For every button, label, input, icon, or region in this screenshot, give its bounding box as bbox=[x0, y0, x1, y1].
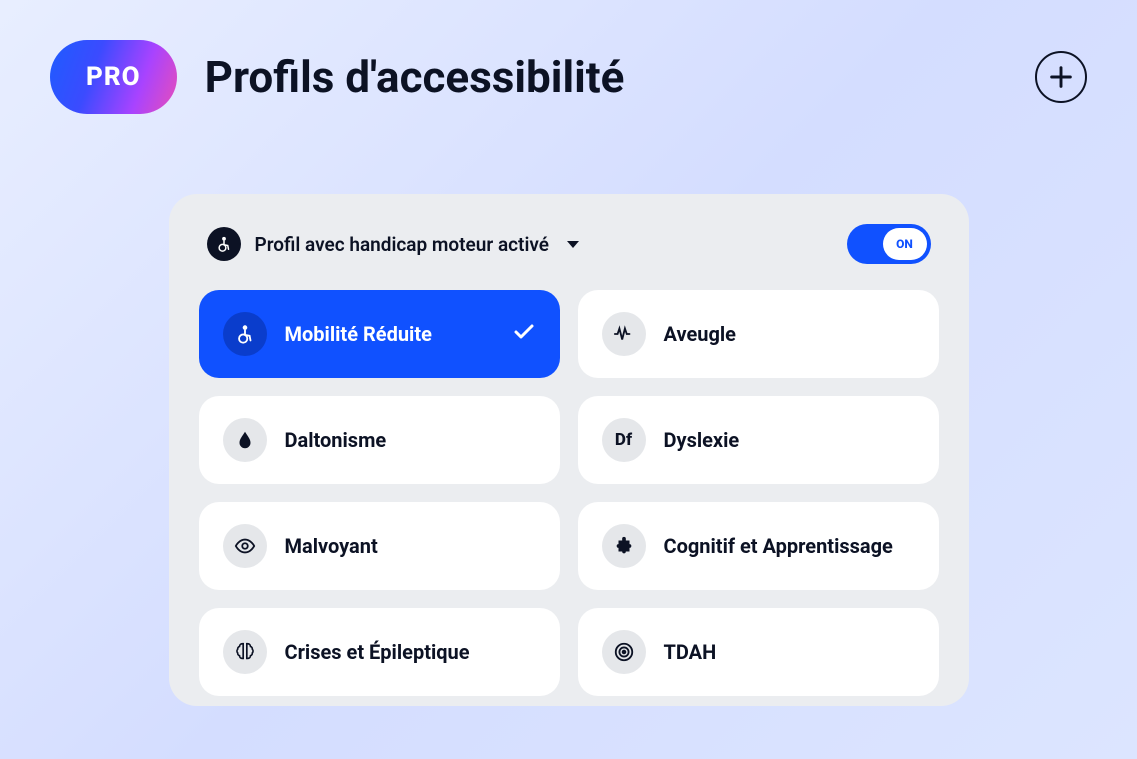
active-profile-dropdown[interactable]: Profil avec handicap moteur activé bbox=[255, 233, 550, 256]
profiles-grid: Mobilité Réduite Aveugle Daltonisme bbox=[199, 290, 939, 696]
target-icon bbox=[602, 630, 646, 674]
profile-toggle[interactable]: ON bbox=[847, 224, 931, 264]
droplet-icon bbox=[223, 418, 267, 462]
add-button[interactable] bbox=[1035, 51, 1087, 103]
profile-label: Aveugle bbox=[664, 322, 736, 346]
page-title: Profils d'accessibilité bbox=[205, 51, 625, 103]
profile-label: Cognitif et Apprentissage bbox=[664, 534, 893, 558]
toggle-knob: ON bbox=[883, 228, 927, 260]
df-icon: Df bbox=[602, 418, 646, 462]
profile-label: Mobilité Réduite bbox=[285, 322, 432, 346]
profiles-panel: Profil avec handicap moteur activé ON Mo… bbox=[169, 194, 969, 706]
check-icon bbox=[512, 320, 536, 348]
wheelchair-icon bbox=[223, 312, 267, 356]
plus-icon bbox=[1047, 63, 1075, 91]
profile-card-lowvision[interactable]: Malvoyant bbox=[199, 502, 560, 590]
profile-label: Dyslexie bbox=[664, 428, 740, 452]
profile-label: Crises et Épileptique bbox=[285, 640, 470, 664]
profile-card-dyslexia[interactable]: Df Dyslexie bbox=[578, 396, 939, 484]
chevron-down-icon[interactable] bbox=[567, 241, 579, 248]
brain-icon bbox=[223, 630, 267, 674]
profile-card-seizure[interactable]: Crises et Épileptique bbox=[199, 608, 560, 696]
profile-card-blind[interactable]: Aveugle bbox=[578, 290, 939, 378]
puzzle-icon bbox=[602, 524, 646, 568]
profile-label: TDAH bbox=[664, 640, 717, 664]
profile-card-mobility[interactable]: Mobilité Réduite bbox=[199, 290, 560, 378]
panel-header: Profil avec handicap moteur activé ON bbox=[199, 224, 939, 264]
profile-card-cognitive[interactable]: Cognitif et Apprentissage bbox=[578, 502, 939, 590]
page-header: PRO Profils d'accessibilité bbox=[50, 40, 1087, 114]
profile-card-colorblind[interactable]: Daltonisme bbox=[199, 396, 560, 484]
profile-card-adhd[interactable]: TDAH bbox=[578, 608, 939, 696]
profile-label: Daltonisme bbox=[285, 428, 387, 452]
pro-badge: PRO bbox=[50, 40, 177, 114]
active-profile-label: Profil avec handicap moteur activé bbox=[255, 233, 550, 256]
profile-label: Malvoyant bbox=[285, 534, 378, 558]
wheelchair-icon bbox=[207, 227, 241, 261]
eye-icon bbox=[223, 524, 267, 568]
audio-wave-icon bbox=[602, 312, 646, 356]
